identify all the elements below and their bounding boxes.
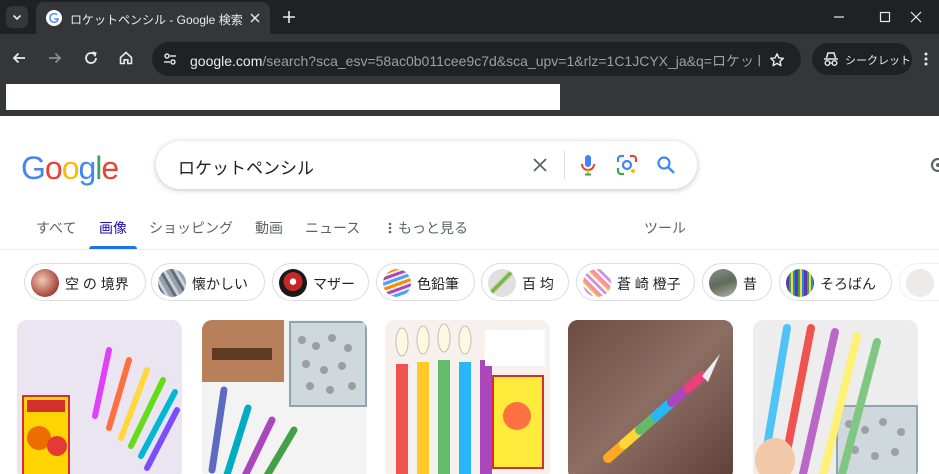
browser-toolbar: google.com/search?sca_esv=58ac0b011cee9c… [0,34,939,84]
tab-more[interactable]: もっと見る [388,218,468,238]
chip-label: そろばん [820,276,876,292]
search-box[interactable]: ロケットペンシル [156,141,697,189]
result-thumbnail [17,320,182,474]
incognito-indicator[interactable]: シークレット [812,43,912,75]
chip-thumbnail [279,269,307,297]
forward-button[interactable] [40,43,70,73]
result-thumbnail [385,320,550,474]
settings-gear-icon[interactable] [928,155,939,175]
searchbox-divider [564,151,565,179]
clear-search-icon[interactable] [528,153,552,177]
close-tab-icon[interactable] [246,9,264,27]
home-button[interactable] [111,43,141,73]
search-input[interactable]: ロケットペンシル [178,154,314,179]
minimize-button[interactable] [816,2,862,32]
tab-title: ロケットペンシル - Google 検索 [70,13,243,27]
close-icon [910,11,922,23]
tools-button[interactable]: ツール [644,218,686,238]
image-result[interactable] [568,320,733,474]
redacted-region [6,84,560,110]
chip-thumbnail [383,269,411,297]
address-bar[interactable]: google.com/search?sca_esv=58ac0b011cee9c… [152,42,801,76]
tab-more-label: もっと見る [398,220,468,236]
new-tab-button[interactable] [278,6,300,28]
google-logo[interactable]: Google [21,150,119,187]
filter-chip[interactable]: 色鉛筆 [376,263,475,301]
tab-images[interactable]: 画像 [99,218,127,238]
chip-thumbnail [31,269,59,297]
kebab-menu-icon [924,52,928,66]
browser-window: ロケットペンシル - Google 検索 google.com/search?s… [0,0,939,474]
google-favicon-icon [46,10,62,26]
chip-thumbnail [786,269,814,297]
tab-videos[interactable]: 動画 [255,218,283,238]
filter-chip-partial[interactable] [899,263,939,301]
chip-label: 百 均 [522,276,554,292]
chip-label: マザー [313,276,355,292]
kebab-vertical-icon [388,222,392,234]
result-thumbnail [202,320,367,474]
filter-chip[interactable]: 懐かしい [151,263,265,301]
voice-search-icon[interactable] [576,153,600,177]
image-result[interactable] [17,320,182,474]
chip-label: 蒼 崎 橙子 [617,276,681,292]
tab-news[interactable]: ニュース [305,218,360,238]
chip-label: 空 の 境界 [65,276,129,292]
result-thumbnail [568,320,733,474]
search-type-tabs: すべて 画像 ショッピング 動画 ニュース もっと見る ツール [0,210,939,250]
result-thumbnail [753,320,918,474]
chevron-down-icon [12,14,22,21]
incognito-label: シークレット [845,55,911,67]
chip-label: 昔 [743,276,757,292]
filter-chip[interactable]: 昔 [702,263,772,301]
url-path: /search?sca_esv=58ac0b011cee9c7d&sca_upv… [262,53,760,69]
chip-thumbnail [906,269,934,297]
plus-icon [283,11,295,23]
url-host: google.com [190,53,263,69]
chip-thumbnail [709,269,737,297]
minimize-icon [834,16,844,18]
search-icon[interactable] [654,153,678,177]
tab-shopping[interactable]: ショッピング [149,218,233,238]
filter-chip[interactable]: 蒼 崎 橙子 [576,263,695,301]
active-tab-indicator [89,246,137,249]
arrow-right-icon [49,52,62,64]
maximize-icon [879,11,891,23]
arrow-left-icon [12,52,25,64]
image-result[interactable] [202,320,367,474]
home-icon [119,51,133,65]
url-text[interactable]: google.com/search?sca_esv=58ac0b011cee9c… [190,51,760,71]
filter-chip[interactable]: マザー [272,263,369,301]
chip-thumbnail [488,269,516,297]
back-button[interactable] [4,43,34,73]
google-lens-icon[interactable] [615,153,639,177]
reload-icon [85,51,97,64]
site-info-icon[interactable] [160,49,180,69]
filter-chip[interactable]: そろばん [779,263,892,301]
browser-menu-button[interactable] [916,43,936,75]
bookmark-star-icon[interactable] [766,49,788,71]
tab-search-button[interactable] [6,6,28,28]
image-result[interactable] [753,320,918,474]
bookmarks-bar [0,84,939,116]
reload-button[interactable] [76,43,106,73]
chip-label: 色鉛筆 [417,276,459,292]
chip-label: 懐かしい [192,276,248,292]
filter-chip[interactable]: 空 の 境界 [24,263,146,301]
tab-strip: ロケットペンシル - Google 検索 [0,0,939,34]
filter-chip[interactable]: 百 均 [481,263,569,301]
chip-thumbnail [583,269,611,297]
tab-all[interactable]: すべて [36,218,76,238]
chip-thumbnail [158,269,186,297]
incognito-icon [824,52,838,66]
active-tab[interactable]: ロケットペンシル - Google 検索 [36,2,270,34]
close-window-button[interactable] [893,2,939,32]
image-result[interactable] [385,320,550,474]
